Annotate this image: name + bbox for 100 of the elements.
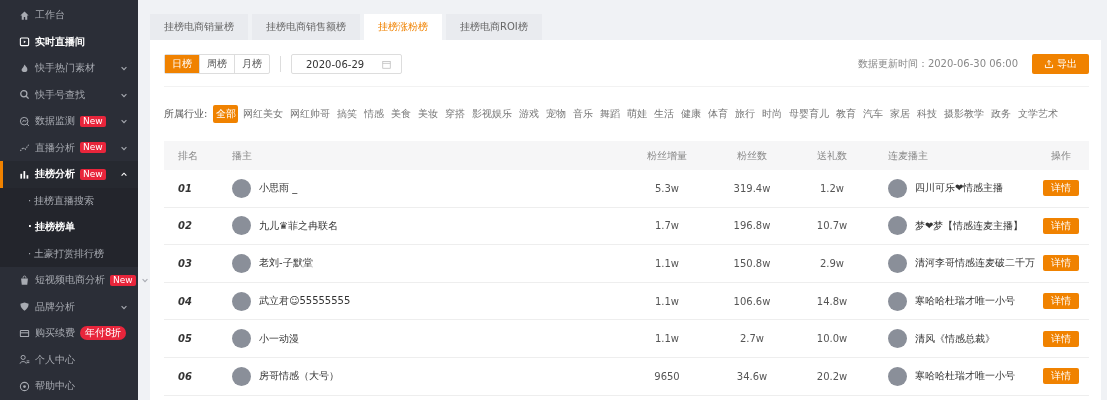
sidebar-item[interactable]: 短视频电商分析 New: [0, 267, 138, 294]
sidebar-item[interactable]: 品牌分析: [0, 293, 138, 320]
industry-filter[interactable]: 全部: [213, 105, 239, 123]
filter-label: 所属行业:: [164, 107, 208, 121]
sidebar-label: 直播分析: [35, 140, 75, 155]
anchor-name: 小一动漫: [259, 331, 299, 346]
sidebar-label: 个人中心: [35, 352, 75, 367]
industry-filter[interactable]: 旅行: [732, 105, 758, 123]
card-icon: [19, 327, 30, 339]
avatar: [888, 366, 907, 386]
industry-filter[interactable]: 穿搭: [442, 105, 468, 123]
badge: New: [80, 115, 106, 127]
avatar: [888, 178, 907, 198]
calendar-icon: [382, 59, 392, 69]
column-header: 粉丝数: [736, 148, 768, 163]
sidebar-item[interactable]: 购买续费 年付8折: [0, 320, 138, 347]
submenu-item[interactable]: · 挂榜直播搜索: [0, 187, 138, 214]
industry-filter[interactable]: 汽车: [860, 105, 886, 123]
detail-button[interactable]: 详情: [1042, 293, 1079, 310]
sidebar-item[interactable]: 个人中心: [0, 346, 138, 373]
sidebar-item[interactable]: 帮助中心: [0, 373, 138, 400]
industry-filter[interactable]: 摄影教学: [941, 105, 987, 123]
export-button[interactable]: 导出: [1032, 54, 1089, 74]
sidebar-label: 快手热门素材: [35, 61, 95, 76]
sidebar-item[interactable]: 挂榜分析 New: [0, 161, 138, 188]
industry-filter[interactable]: 影视娱乐: [469, 105, 515, 123]
sidebar-item[interactable]: 快手号查找: [0, 81, 138, 108]
tv-icon: [19, 36, 30, 48]
industry-filter[interactable]: 网红帅哥: [287, 105, 333, 123]
sidebar-item[interactable]: 数据监测 New: [0, 108, 138, 135]
industry-filter[interactable]: 科技: [914, 105, 940, 123]
detail-button[interactable]: 详情: [1042, 180, 1079, 197]
table-cell-text: 10.0w: [815, 333, 849, 345]
submenu-item[interactable]: · 挂榜榜单: [0, 214, 138, 241]
industry-filter[interactable]: 宠物: [543, 105, 569, 123]
industry-filter[interactable]: 文学艺术: [1015, 105, 1061, 123]
detail-button[interactable]: 详情: [1042, 255, 1079, 272]
table-cell-text: 10.7w: [815, 220, 849, 232]
industry-filter[interactable]: 萌娃: [624, 105, 650, 123]
tab[interactable]: 挂榜电商销量榜: [150, 14, 248, 40]
industry-filter[interactable]: 网红美女: [240, 105, 286, 123]
submenu-item[interactable]: · 土豪打赏排行榜: [0, 240, 138, 267]
co-host-name: 寒哈哈杜瑞才唯一小号: [915, 369, 1015, 384]
table-cell-text: 319.4w: [732, 182, 772, 194]
sidebar-item[interactable]: 直播分析 New: [0, 134, 138, 161]
industry-filter[interactable]: 生活: [651, 105, 677, 123]
industry-filter[interactable]: 教育: [833, 105, 859, 123]
rank-cell-text: 03: [177, 258, 193, 269]
table-cell-text: 2.7w: [738, 333, 766, 345]
anchor-name: 老刘-子默堂: [259, 256, 313, 271]
co-host-name: 寒哈哈杜瑞才唯一小号: [915, 294, 1015, 309]
detail-button[interactable]: 详情: [1042, 217, 1079, 234]
period-button[interactable]: 周榜: [199, 55, 234, 73]
avatar: [232, 329, 251, 349]
industry-filter[interactable]: 体育: [705, 105, 731, 123]
sidebar-item[interactable]: 实时直播间: [0, 28, 138, 55]
industry-filter[interactable]: 美食: [388, 105, 414, 123]
period-button[interactable]: 日榜: [165, 55, 199, 73]
industry-filter[interactable]: 母婴育儿: [786, 105, 832, 123]
badge: 年付8折: [80, 326, 127, 341]
detail-button[interactable]: 详情: [1042, 368, 1079, 385]
sidebar-item[interactable]: 工作台: [0, 2, 138, 29]
column-header: 连麦播主: [887, 148, 929, 163]
avatar: [232, 366, 251, 386]
co-host-name: 清河李哥情感连麦破二千万: [915, 256, 1035, 271]
tab[interactable]: 挂榜涨粉榜: [364, 14, 442, 40]
industry-filter[interactable]: 家居: [887, 105, 913, 123]
avatar: [232, 254, 251, 273]
column-header: 送礼数: [816, 148, 848, 163]
industry-filter[interactable]: 时尚: [759, 105, 785, 123]
industry-filter[interactable]: 情感: [361, 105, 387, 123]
sidebar-label: 购买续费: [35, 326, 75, 341]
tab[interactable]: 挂榜电商ROI榜: [446, 14, 542, 40]
avatar: [888, 291, 907, 311]
period-button[interactable]: 月榜: [234, 55, 269, 73]
industry-filter[interactable]: 音乐: [570, 105, 596, 123]
table-cell-text: 1.1w: [653, 333, 681, 345]
badge: New: [110, 274, 136, 286]
table-cell-text: 196.8w: [732, 220, 772, 232]
sidebar-item[interactable]: 快手热门素材: [0, 55, 138, 82]
column-header: 操作: [1049, 148, 1072, 163]
avatar: [888, 254, 907, 273]
avatar: [232, 216, 251, 236]
tab[interactable]: 挂榜电商销售额榜: [252, 14, 360, 40]
column-header: 播主: [231, 148, 253, 163]
table-cell-text: 5.3w: [653, 182, 681, 194]
flame-icon: [19, 62, 30, 74]
industry-filter[interactable]: 美妆: [415, 105, 441, 123]
industry-filter[interactable]: 健康: [678, 105, 704, 123]
industry-filter[interactable]: 搞笑: [334, 105, 360, 123]
industry-filter[interactable]: 政务: [988, 105, 1014, 123]
date-field[interactable]: 2020-06-29: [291, 54, 403, 74]
table-cell-text: 20.2w: [815, 370, 849, 382]
column-header: 排名: [177, 148, 199, 163]
user-icon: [19, 354, 30, 366]
industry-filter[interactable]: 舞蹈: [597, 105, 623, 123]
detail-button[interactable]: 详情: [1042, 330, 1079, 347]
rank-cell-text: 04: [177, 295, 193, 307]
sidebar-label: 实时直播间: [35, 34, 85, 49]
industry-filter[interactable]: 游戏: [516, 105, 542, 123]
